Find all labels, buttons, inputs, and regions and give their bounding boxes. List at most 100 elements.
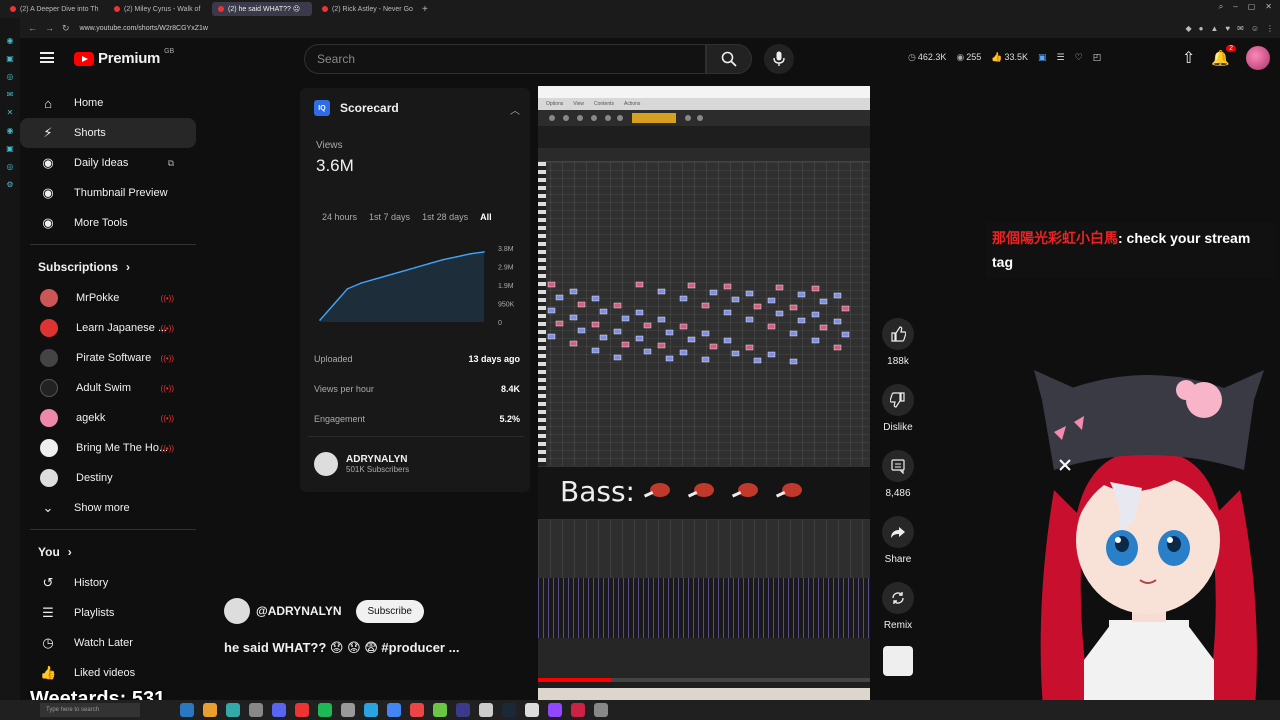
- sidebar-item-home[interactable]: ⌂ Home: [20, 88, 196, 118]
- taskbar-app-icon[interactable]: [571, 703, 585, 717]
- list-icon[interactable]: ☰: [1057, 52, 1065, 63]
- sidebar-item-subscription[interactable]: MrPokke ((•)): [20, 283, 196, 313]
- browser-tab-active[interactable]: (2) he said WHAT?? ☹: [212, 2, 312, 16]
- sidebar-app-icon[interactable]: ◉: [7, 36, 14, 45]
- taskbar-app-icon[interactable]: [479, 703, 493, 717]
- extension-icon[interactable]: ▲: [1210, 24, 1218, 33]
- like-button[interactable]: 188k: [878, 318, 918, 367]
- extension-icon[interactable]: ♡: [1075, 52, 1083, 63]
- sidebar-item-daily-ideas[interactable]: ◉ Daily Ideas ⧉: [20, 148, 196, 178]
- taskbar-app-icon[interactable]: [295, 703, 309, 717]
- taskbar-app-icon[interactable]: [502, 703, 516, 717]
- subscribe-button[interactable]: Subscribe: [355, 599, 424, 623]
- x-icon[interactable]: ✕: [7, 108, 14, 117]
- back-icon[interactable]: ←: [28, 23, 37, 33]
- extension-icon[interactable]: ●: [1199, 24, 1204, 33]
- youtube-logo[interactable]: Premium GB: [74, 48, 174, 67]
- extension-icon[interactable]: ▣: [1038, 52, 1047, 63]
- taskbar-app-icon[interactable]: [594, 703, 608, 717]
- extension-icon[interactable]: ◆: [1185, 24, 1191, 33]
- sound-thumbnail[interactable]: [878, 646, 918, 676]
- short-video-player[interactable]: Options View Contents Actions Bass:: [538, 86, 870, 700]
- browser-tab[interactable]: (2) Rick Astley - Never Go: [316, 2, 416, 16]
- video-progress-bar[interactable]: [538, 678, 870, 682]
- taskbar-app-icon[interactable]: [249, 703, 263, 717]
- search-input[interactable]: Search: [304, 44, 706, 74]
- maximize-icon[interactable]: ▢: [1248, 2, 1256, 12]
- subscriptions-header[interactable]: Subscriptions ›: [20, 251, 196, 283]
- sidebar-app-icon[interactable]: ▣: [6, 144, 14, 153]
- sidebar-item-shorts[interactable]: ⚡ Shorts: [20, 118, 196, 148]
- tab-all[interactable]: All: [480, 212, 492, 222]
- extension-icon[interactable]: ◰: [1093, 52, 1102, 63]
- taskbar-app-icon[interactable]: [433, 703, 447, 717]
- close-icon[interactable]: ✕: [1265, 2, 1272, 12]
- sidebar-item-subscription[interactable]: Adult Swim ((•)): [20, 373, 196, 403]
- menu-dots-icon[interactable]: ⋮: [1266, 24, 1274, 33]
- sidebar-item-thumbnail-preview[interactable]: ◉ Thumbnail Preview: [20, 178, 196, 208]
- url-field[interactable]: www.youtube.com/shorts/W2r8CGYxZ1w: [80, 25, 208, 32]
- forward-icon[interactable]: →: [45, 23, 54, 33]
- sidebar-app-icon[interactable]: ◎: [7, 162, 14, 171]
- sidebar-app-icon[interactable]: ◎: [7, 72, 14, 81]
- taskbar-app-icon[interactable]: [272, 703, 286, 717]
- show-more-button[interactable]: ⌄ Show more: [20, 493, 196, 523]
- tab-24-hours[interactable]: 24 hours: [322, 212, 357, 222]
- tab-first-28-days[interactable]: 1st 28 days: [422, 212, 468, 222]
- sidebar-item-subscription[interactable]: agekk ((•)): [20, 403, 196, 433]
- settings-icon[interactable]: ⚙: [6, 180, 13, 189]
- minimize-icon[interactable]: –: [1233, 2, 1237, 12]
- sidebar-app-icon[interactable]: ▣: [6, 54, 14, 63]
- browser-tab[interactable]: (2) A Deeper Dive into Th: [4, 2, 104, 16]
- taskbar-app-icon[interactable]: [364, 703, 378, 717]
- sidebar-item-watch-later[interactable]: ◷ Watch Later: [20, 628, 196, 658]
- remix-button[interactable]: Remix: [878, 582, 918, 631]
- extension-icon[interactable]: ☺: [1251, 24, 1259, 33]
- sidebar-item-more-tools[interactable]: ◉ More Tools: [20, 208, 196, 238]
- taskbar-app-icon[interactable]: [410, 703, 424, 717]
- avatar[interactable]: [1246, 46, 1270, 70]
- scorecard-channel[interactable]: ADRYNALYN 501K Subscribers: [314, 452, 409, 476]
- search-tabs-icon[interactable]: ⌕: [1219, 2, 1223, 12]
- sidebar-item-subscription[interactable]: Destiny: [20, 463, 196, 493]
- extension-icon[interactable]: ♥: [1225, 24, 1230, 33]
- search-button[interactable]: [706, 44, 752, 74]
- chevron-up-icon[interactable]: ︿: [510, 102, 520, 117]
- channel-avatar[interactable]: [224, 598, 250, 624]
- remix-icon: [882, 582, 914, 614]
- menu-icon[interactable]: [40, 52, 54, 63]
- upload-icon[interactable]: ⇧: [1182, 48, 1195, 68]
- taskbar-search[interactable]: Type here to search: [40, 703, 140, 717]
- tab-first-7-days[interactable]: 1st 7 days: [369, 212, 410, 222]
- taskbar-app-icon[interactable]: [548, 703, 562, 717]
- dislike-button[interactable]: Dislike: [878, 384, 918, 433]
- comments-button[interactable]: 8,486: [878, 450, 918, 499]
- notifications-button[interactable]: 🔔 2: [1211, 44, 1236, 68]
- taskbar-app-icon[interactable]: [456, 703, 470, 717]
- voice-search-button[interactable]: [764, 44, 794, 74]
- taskbar-app-icon[interactable]: [203, 703, 217, 717]
- share-button[interactable]: Share: [878, 516, 918, 565]
- you-header[interactable]: You ›: [20, 536, 196, 568]
- sidebar-item-label: Pirate Software: [76, 352, 152, 364]
- extension-icon[interactable]: ✉: [1237, 24, 1244, 33]
- channel-handle[interactable]: @ADRYNALYN: [256, 604, 342, 618]
- taskbar-app-icon[interactable]: [318, 703, 332, 717]
- sidebar-item-liked-videos[interactable]: 👍 Liked videos: [20, 658, 196, 688]
- sidebar-app-icon[interactable]: ◉: [7, 126, 14, 135]
- taskbar-app-icon[interactable]: [341, 703, 355, 717]
- sidebar-item-history[interactable]: ↺ History: [20, 568, 196, 598]
- sidebar-app-icon[interactable]: ✉: [7, 90, 14, 99]
- short-title[interactable]: he said WHAT?? 😟 😟 😨 #producer ...: [224, 640, 459, 656]
- taskbar-app-icon[interactable]: [525, 703, 539, 717]
- taskbar-app-icon[interactable]: [180, 703, 194, 717]
- browser-tab[interactable]: (2) Miley Cyrus - Walk of: [108, 2, 208, 16]
- taskbar-app-icon[interactable]: [387, 703, 401, 717]
- sidebar-item-subscription[interactable]: Bring Me The Ho... ((•)): [20, 433, 196, 463]
- reload-icon[interactable]: ↻: [62, 23, 70, 34]
- sidebar-item-subscription[interactable]: Pirate Software ((•)): [20, 343, 196, 373]
- new-tab-button[interactable]: +: [422, 4, 428, 15]
- sidebar-item-subscription[interactable]: Learn Japanese ... ((•)): [20, 313, 196, 343]
- taskbar-app-icon[interactable]: [226, 703, 240, 717]
- sidebar-item-playlists[interactable]: ☰ Playlists: [20, 598, 196, 628]
